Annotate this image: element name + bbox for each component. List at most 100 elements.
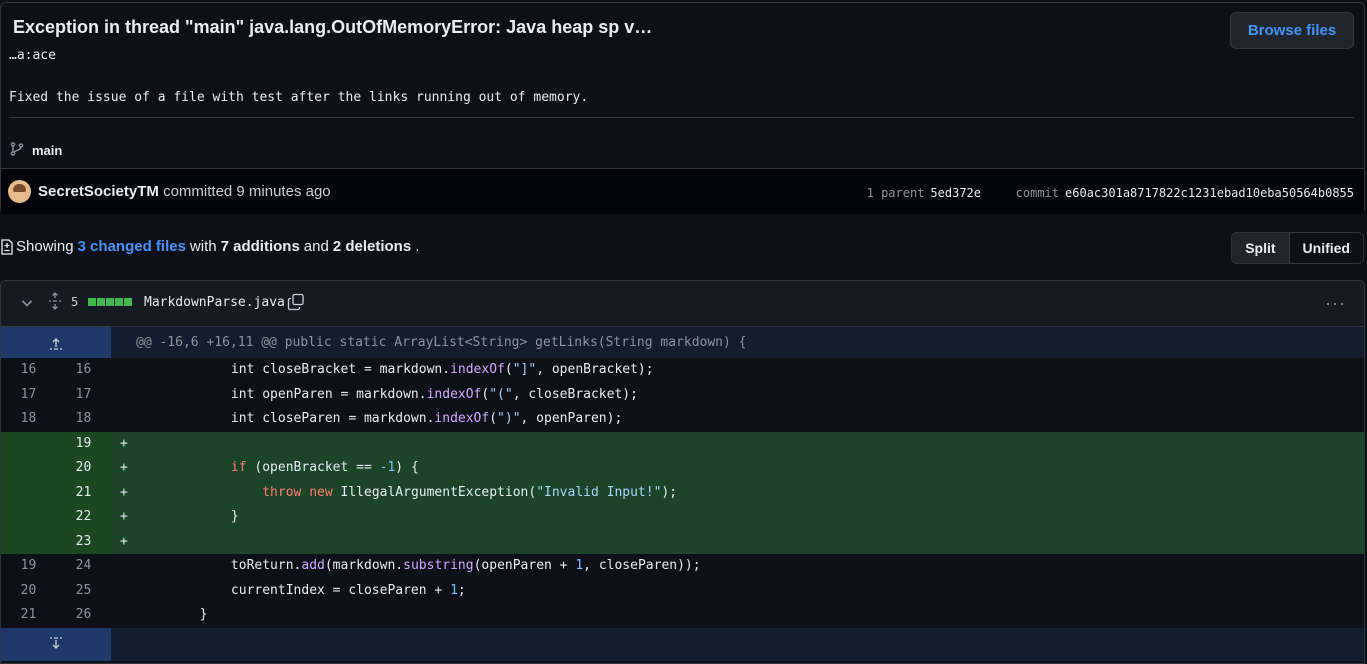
commit-title[interactable]: Exception in thread "main" java.lang.Out… (13, 17, 652, 38)
summary-with: with (189, 238, 217, 255)
parent-sha-link[interactable]: 5ed372e (930, 186, 981, 200)
diff-line-context: 19 24 toReturn.add(markdown.substring(ope… (1, 554, 1364, 579)
old-line-number[interactable]: 17 (1, 383, 56, 408)
code-token: ( (504, 362, 513, 377)
git-branch-icon (9, 141, 25, 160)
code-line (137, 529, 1364, 554)
new-line-number[interactable]: 26 (56, 603, 111, 628)
old-line-number[interactable] (1, 480, 56, 505)
split-view-button[interactable]: Split (1232, 233, 1290, 263)
new-line-number[interactable]: 24 (56, 554, 111, 579)
browse-files-button[interactable]: Browse files (1230, 12, 1354, 49)
code-token: IllegalArgumentException( (332, 484, 537, 500)
new-line-number[interactable]: 19 (56, 431, 111, 456)
commit-sha[interactable]: e60ac301a8717822c1231ebad10eba50564b0855 (1065, 186, 1354, 200)
code-token: new (309, 484, 333, 500)
diff-toolbar: Showing 3 changed files with 7 additions… (0, 232, 1367, 264)
code-token: substring (403, 558, 474, 573)
code-line: currentIndex = closeParen + 1; (137, 579, 1364, 604)
diff-sign: + (111, 480, 137, 505)
old-line-number[interactable]: 21 (1, 603, 56, 628)
diff-sign (111, 383, 137, 408)
code-token: ) { (395, 460, 419, 475)
hunk-footer (1, 627, 1364, 661)
diff-summary: Showing 3 changed files with 7 additions… (0, 238, 419, 255)
branch-indicator[interactable]: main (9, 141, 62, 160)
old-line-number[interactable] (1, 456, 56, 481)
branch-name[interactable]: main (32, 143, 62, 158)
parent-label: 1 parent (866, 186, 925, 200)
new-line-number[interactable]: 16 (56, 358, 111, 383)
code-token: if (230, 460, 247, 475)
diff-line-added: 20 + if (openBracket == -1) { (1, 456, 1364, 481)
code-line: throw new IllegalArgumentException("Inva… (137, 480, 1364, 505)
diff-sign: + (111, 529, 137, 554)
new-line-number[interactable]: 23 (56, 529, 111, 554)
avatar[interactable] (8, 180, 31, 203)
code-line: int openParen = markdown.indexOf("(", cl… (137, 383, 1364, 408)
old-line-number[interactable]: 18 (1, 407, 56, 432)
commit-title-continuation: …a:ace (9, 48, 56, 63)
chevron-down-icon[interactable] (19, 295, 35, 316)
code-token: (markdown. (324, 558, 404, 573)
new-line-number[interactable]: 18 (56, 407, 111, 432)
diff-lines: 16 16 int closeBracket = markdown. indexOf… (1, 358, 1364, 628)
diff-sign (111, 358, 137, 383)
commit-description: Fixed the issue of a file with test afte… (9, 90, 589, 105)
new-line-number[interactable]: 20 (56, 456, 111, 481)
code-line: if (openBracket == -1) { (137, 456, 1364, 481)
old-line-number[interactable]: 20 (1, 579, 56, 604)
diff-sign: + (111, 456, 137, 481)
new-line-number[interactable]: 17 (56, 383, 111, 408)
new-line-number[interactable]: 21 (56, 480, 111, 505)
additions-count: 7 additions (220, 238, 300, 255)
old-line-number[interactable]: 19 (1, 554, 56, 579)
diff-line-context: 17 17 int openParen = markdown.indexOf("(… (1, 383, 1364, 408)
deletions-count: 2 deletions (332, 238, 412, 255)
code-token: int openParen = markdown. (230, 386, 427, 402)
commit-label: commit (1015, 186, 1060, 200)
old-line-number[interactable] (1, 529, 56, 554)
diff-line-context: 18 18 int closeParen = markdown.indexOf("… (1, 407, 1364, 432)
changed-files-link[interactable]: 3 changed files (78, 238, 186, 255)
parent-info: 1 parent 5ed372e (867, 186, 981, 200)
old-line-number[interactable] (1, 505, 56, 530)
code-token: -1 (379, 460, 396, 475)
new-line-number[interactable]: 22 (56, 505, 111, 530)
diff-sign: + (111, 505, 137, 530)
code-token: , openBracket); (536, 362, 654, 377)
file-header: 5 MarkdownParse.java ··· (1, 281, 1364, 327)
expand-down-icon[interactable] (1, 627, 111, 661)
diff-sign: + (111, 431, 137, 456)
unified-view-button[interactable]: Unified (1289, 233, 1363, 263)
code-token: indexOf (434, 411, 490, 426)
copy-icon[interactable] (287, 293, 305, 316)
file-diff-icon (0, 238, 14, 255)
old-line-number[interactable]: 16 (1, 358, 56, 383)
code-token: ( (489, 411, 498, 426)
code-token: , closeBracket); (512, 386, 638, 402)
code-token: int closeBracket = markdown. (230, 362, 451, 377)
file-name[interactable]: MarkdownParse.java (144, 295, 285, 310)
code-token: ); (661, 484, 678, 500)
code-token: toReturn. (230, 558, 302, 573)
code-token: (openBracket == (246, 460, 380, 475)
code-token: ")" (497, 411, 521, 426)
summary-and: and (303, 238, 329, 255)
diff-sign (111, 603, 137, 628)
commit-header: Exception in thread "main" java.lang.Out… (0, 2, 1365, 214)
kebab-horizontal-icon[interactable]: ··· (1325, 293, 1346, 314)
old-line-number[interactable] (1, 431, 56, 456)
diff-line-context: 20 25 currentIndex = closeParen + 1; (1, 579, 1364, 604)
file-diff: 5 MarkdownParse.java ··· @@ -16,6 +16,11… (0, 280, 1365, 664)
new-line-number[interactable]: 25 (56, 579, 111, 604)
expand-up-icon[interactable] (1, 327, 111, 358)
author-name[interactable]: SecretSocietyTM (38, 183, 159, 200)
summary-suffix: . (415, 238, 420, 255)
divider (9, 117, 1354, 118)
code-line: toReturn.add(markdown.substring(openPare… (137, 554, 1364, 579)
code-token: add (301, 558, 325, 573)
unfold-icon[interactable] (47, 292, 63, 315)
code-line: } (137, 603, 1364, 628)
diff-line-context: 21 26 } (1, 603, 1364, 628)
